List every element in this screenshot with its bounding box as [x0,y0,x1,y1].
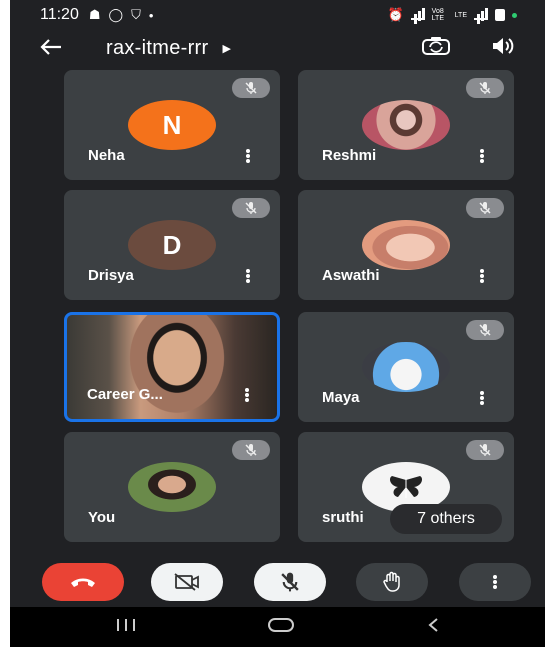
video-feed [122,315,232,419]
participant-tile-maya[interactable]: Maya [298,312,514,422]
raise-hand-button[interactable] [356,563,428,601]
meeting-header: rax-itme-rrr ▶ [10,30,545,66]
mic-off-icon [232,440,270,460]
green-dot-icon [512,12,517,18]
participant-tile-active-speaker[interactable]: Career G... [64,312,280,422]
participant-tile-sruthi[interactable]: sruthi 7 others [298,432,514,542]
participant-name: Aswathi [322,267,380,284]
mic-off-icon [281,572,299,592]
signal-icon [410,8,425,20]
status-bar: 11:20 ☗ ◯ ⛉ • ⏰ Vo8 LTE LTE [10,0,545,30]
notification-bag-icon: ☗ [88,7,101,22]
more-vert-icon[interactable] [246,149,250,163]
signal-2-icon [474,8,488,20]
more-vert-icon[interactable] [480,391,484,405]
system-nav-bar [10,607,545,647]
camera-off-icon [174,573,199,591]
network-label-1: Vo8 LTE [431,8,444,22]
participant-name: sruthi [322,509,364,526]
avatar-initial: D [128,220,216,270]
phone-hangup-icon [71,578,95,587]
participant-name: Reshmi [322,147,377,164]
battery-icon [495,9,505,21]
recent-apps-icon[interactable] [115,618,137,637]
phone-screen: 11:20 ☗ ◯ ⛉ • ⏰ Vo8 LTE LTE rax-itme-rrr… [10,0,545,647]
mic-off-icon [466,440,504,460]
avatar-initial: N [128,100,216,150]
mic-off-button[interactable] [254,563,326,601]
mic-off-icon [466,78,504,98]
more-vert-icon[interactable] [480,149,484,163]
others-count-chip[interactable]: 7 others [390,504,502,534]
caret-right-icon[interactable]: ▶ [222,42,230,55]
more-options-button[interactable] [459,563,531,601]
camera-off-button[interactable] [151,563,223,601]
shield-icon: ⛉ [131,7,141,22]
system-icons: ⏰ Vo8 LTE LTE [387,7,517,23]
participant-tile-you[interactable]: You [64,432,280,542]
mic-off-icon [466,320,504,340]
status-time: 11:20 [40,6,79,23]
more-vert-icon[interactable] [246,269,250,283]
switch-camera-icon[interactable] [421,36,451,61]
dot-icon: • [148,7,154,23]
mic-off-icon [232,78,270,98]
home-icon[interactable] [267,617,295,638]
whatsapp-icon: ◯ [108,7,124,22]
mic-off-icon [232,198,270,218]
back-arrow-icon[interactable] [40,34,70,62]
participant-tile-neha[interactable]: N Neha [64,70,280,180]
profile-photo [128,462,216,512]
profile-photo [362,100,450,150]
network-label-2: LTE [454,11,467,19]
notification-icons: ☗ ◯ ⛉ • [89,7,154,23]
alarm-icon: ⏰ [387,7,404,22]
more-vert-icon [493,574,497,590]
participant-tile-drisya[interactable]: D Drisya [64,190,280,300]
mic-off-icon [466,198,504,218]
more-vert-icon[interactable] [245,388,249,402]
raise-hand-icon [383,571,400,592]
participant-tile-aswathi[interactable]: Aswathi [298,190,514,300]
meeting-title[interactable]: rax-itme-rrr [106,37,208,60]
speaker-icon[interactable] [491,37,515,60]
participant-name: Neha [88,147,125,164]
profile-photo [362,342,450,392]
participant-name: Career G... [87,386,163,403]
participant-name: Maya [322,389,360,406]
participant-tile-reshmi[interactable]: Reshmi [298,70,514,180]
more-vert-icon[interactable] [480,269,484,283]
profile-photo [362,220,450,270]
participant-name: You [88,509,116,526]
end-call-button[interactable] [42,563,124,601]
participant-name: Drisya [88,267,134,284]
back-nav-icon[interactable] [426,617,440,638]
